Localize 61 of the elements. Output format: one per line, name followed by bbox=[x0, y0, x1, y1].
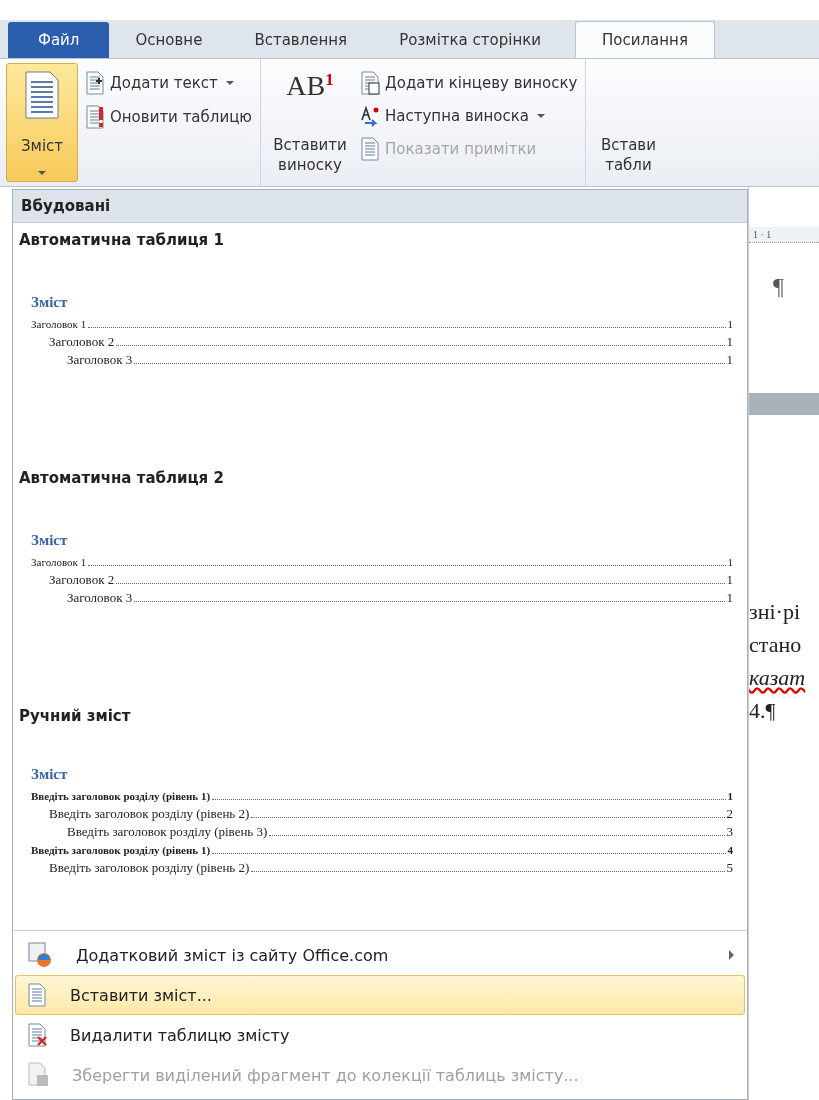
ribbon-button[interactable]: Наступна виноска bbox=[357, 103, 580, 129]
page-number: 5 bbox=[726, 859, 733, 877]
document-text: зні·рі bbox=[749, 598, 801, 626]
menu-item[interactable]: Додатковий зміст із сайту Office.com bbox=[15, 935, 745, 975]
toc-entry: Введіть заголовок розділу (рівень 2) bbox=[49, 805, 250, 823]
insert-footnote-button[interactable]: AB$^{1}$ Вставити виноску bbox=[267, 63, 353, 182]
toc-entry: Заголовок 2 bbox=[49, 571, 115, 589]
add-text-icon bbox=[84, 71, 106, 95]
page-number: 1 bbox=[726, 589, 733, 607]
notes-icon bbox=[359, 137, 381, 161]
ribbon-tab[interactable]: Вставлення bbox=[228, 22, 374, 58]
ruler: 1 · 1 bbox=[749, 227, 819, 243]
toc-entry: Введіть заголовок розділу (рівень 1) bbox=[31, 789, 211, 804]
page-number: 1 bbox=[727, 317, 733, 332]
ribbon-tab[interactable]: Розмітка сторінки bbox=[373, 22, 568, 58]
dropdown-arrow-icon bbox=[225, 81, 234, 85]
document-text: 4.¶ bbox=[749, 697, 777, 725]
document-text: казат bbox=[749, 664, 807, 692]
document-icon bbox=[26, 983, 48, 1007]
ribbon-tab[interactable]: Посилання bbox=[575, 21, 715, 58]
ribbon-button[interactable]: Додати текст bbox=[82, 69, 254, 97]
toc-entry: Введіть заголовок розділу (рівень 1) bbox=[31, 843, 211, 858]
paragraph-mark: ¶ bbox=[773, 273, 784, 299]
update-icon bbox=[84, 105, 106, 129]
page-number: 1 bbox=[727, 555, 733, 570]
endnote-icon bbox=[359, 71, 381, 95]
menu-item[interactable]: Вставити зміст... bbox=[15, 975, 745, 1015]
next-footnote-icon bbox=[359, 105, 381, 127]
page-number: 4 bbox=[727, 843, 733, 858]
toc-entry: Заголовок 1 bbox=[31, 555, 87, 570]
section-header: Вбудовані bbox=[13, 190, 747, 223]
insert-table-button[interactable]: Встави табли bbox=[592, 63, 665, 182]
ribbon-tab[interactable]: Основне bbox=[109, 22, 229, 58]
toc-entry: Введіть заголовок розділу (рівень 3) bbox=[67, 823, 268, 841]
menu-item[interactable]: Видалити таблицю змісту bbox=[15, 1015, 745, 1055]
ribbon-tab[interactable]: Файл bbox=[8, 22, 110, 58]
toc-entry: Заголовок 2 bbox=[49, 333, 115, 351]
gallery-item[interactable]: Автоматична таблиця 2 Зміст Заголовок 1 1 Заголовок 2 1 Заголовок 3 1 bbox=[13, 461, 747, 699]
document-text: стано bbox=[749, 631, 803, 659]
page-number: 1 bbox=[727, 789, 733, 804]
toc-entry: Заголовок 1 bbox=[31, 317, 87, 332]
table-of-contents-button[interactable]: Зміст bbox=[6, 63, 78, 182]
ribbon-button[interactable]: Оновити таблицю bbox=[82, 103, 254, 131]
dropdown-arrow-icon bbox=[537, 114, 545, 118]
ribbon-button[interactable]: Додати кінцеву виноску bbox=[357, 69, 580, 97]
gallery-item[interactable]: Ручний зміст Зміст Введіть заголовок розділу (рівень 1) 1 Введіть заголовок розділу (рівень 2) 2 Введіть заголовок розділу (рівень 3) 3 Введіть заголовок розділу (рівень 1) 4 Введіть заголовок розділу (рівень 2) 5 bbox=[13, 699, 747, 930]
gallery-item[interactable]: Автоматична таблиця 1 Зміст Заголовок 1 1 Заголовок 2 1 Заголовок 3 1 bbox=[13, 223, 747, 461]
toc-entry: Заголовок 3 bbox=[67, 589, 133, 607]
page-number: 2 bbox=[726, 805, 733, 823]
page-number: 1 bbox=[726, 333, 733, 351]
dropdown-arrow-icon bbox=[38, 171, 46, 175]
delete-document-icon bbox=[26, 1023, 48, 1047]
page-number: 3 bbox=[726, 823, 733, 841]
page-number: 1 bbox=[726, 571, 733, 589]
page-number: 1 bbox=[726, 351, 733, 369]
document-icon bbox=[22, 70, 62, 120]
toc-entry: Заголовок 3 bbox=[67, 351, 133, 369]
toc-entry: Введіть заголовок розділу (рівень 2) bbox=[49, 859, 250, 877]
save-document-icon bbox=[26, 1062, 50, 1088]
globe-document-icon bbox=[26, 941, 54, 969]
submenu-arrow-icon bbox=[729, 950, 734, 960]
